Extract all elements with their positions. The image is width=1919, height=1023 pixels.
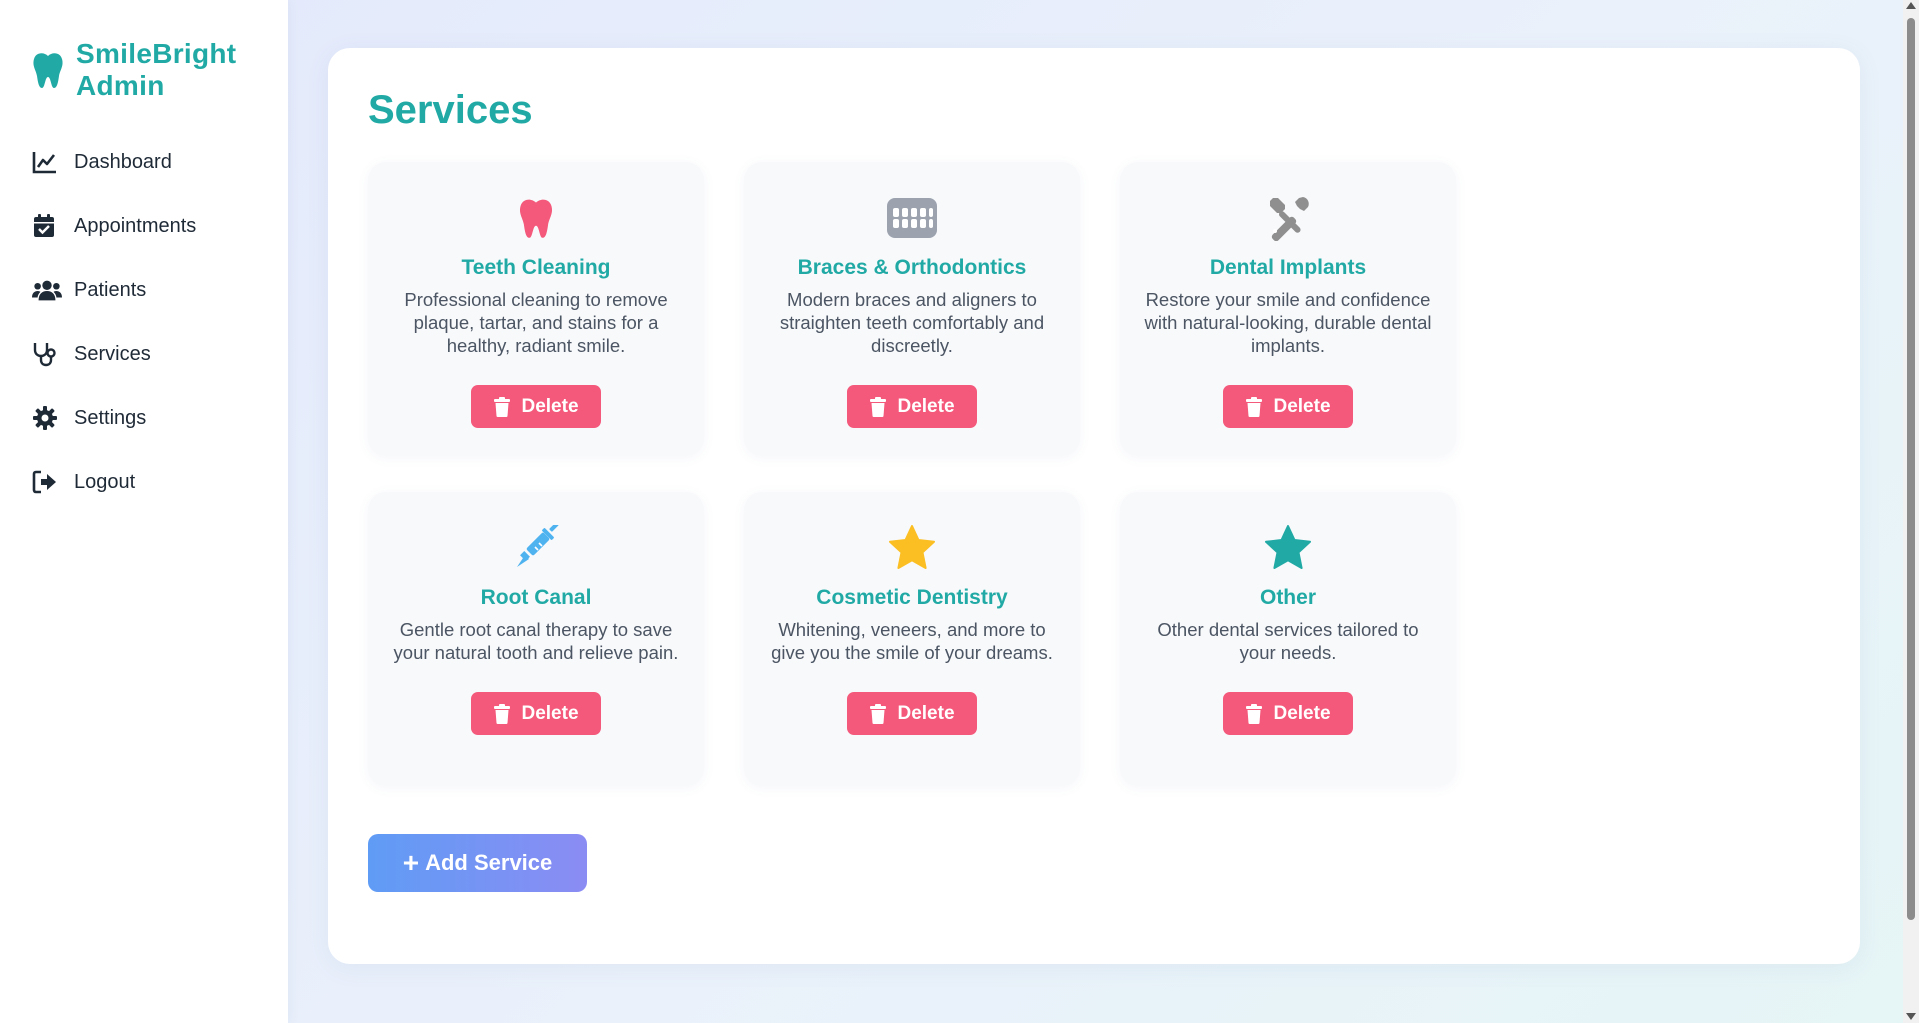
teeth-braces-icon <box>886 194 938 242</box>
service-title: Braces & Orthodontics <box>797 256 1027 279</box>
service-description: Professional cleaning to remove plaque, … <box>404 289 668 356</box>
tooth-icon <box>33 53 63 88</box>
delete-button[interactable]: Delete <box>847 385 977 428</box>
sidebar-item-label: Dashboard <box>74 150 172 173</box>
brand-line2: Admin <box>76 70 165 101</box>
trash-icon <box>494 703 511 724</box>
trash-icon <box>1246 396 1263 417</box>
service-title: Root Canal <box>480 586 592 609</box>
trash-icon <box>494 396 511 417</box>
delete-label: Delete <box>897 395 955 417</box>
scroll-thumb[interactable] <box>1907 18 1915 920</box>
delete-button[interactable]: Delete <box>1223 692 1353 735</box>
sidebar-item-label: Logout <box>74 470 136 493</box>
sidebar-item-label: Services <box>74 342 151 365</box>
trash-icon <box>1246 703 1263 724</box>
service-card-cosmetic: Cosmetic Dentistry Whitening, veneers, a… <box>744 492 1080 786</box>
brand-name: SmileBright Admin <box>76 38 236 102</box>
delete-label: Delete <box>897 702 955 724</box>
star-icon <box>1262 524 1314 572</box>
service-title: Dental Implants <box>1209 256 1367 279</box>
sidebar-item-logout[interactable]: Logout <box>32 462 196 502</box>
sidebar-item-patients[interactable]: Patients <box>32 270 196 310</box>
service-card-other: Other Other dental services tailored to … <box>1120 492 1456 786</box>
logout-icon <box>32 469 62 495</box>
services-panel: Services Teeth Cleaning Professional cle… <box>328 48 1860 964</box>
delete-label: Delete <box>1273 702 1331 724</box>
calendar-check-icon <box>32 213 62 239</box>
service-title: Other <box>1259 586 1316 609</box>
service-card-root-canal: Root Canal Gentle root canal therapy to … <box>368 492 704 786</box>
delete-label: Delete <box>521 702 579 724</box>
page-title: Services <box>368 88 533 132</box>
sidebar-item-label: Patients <box>74 278 147 301</box>
stethoscope-icon <box>32 341 62 367</box>
service-title: Cosmetic Dentistry <box>816 586 1008 609</box>
sidebar-item-appointments[interactable]: Appointments <box>32 206 196 246</box>
delete-button[interactable]: Delete <box>471 692 601 735</box>
sidebar: SmileBright Admin Dashboard Appointments… <box>0 0 288 1023</box>
service-card-dental-implants: Dental Implants Restore your smile and c… <box>1120 162 1456 456</box>
add-service-button[interactable]: + Add Service <box>368 834 587 892</box>
delete-button[interactable]: Delete <box>471 385 601 428</box>
star-icon <box>886 524 938 572</box>
delete-button[interactable]: Delete <box>1223 385 1353 428</box>
sidebar-item-label: Appointments <box>74 214 197 237</box>
trash-icon <box>870 703 887 724</box>
delete-label: Delete <box>521 395 579 417</box>
sidebar-item-dashboard[interactable]: Dashboard <box>32 142 196 182</box>
service-card-braces: Braces & Orthodontics Modern braces and … <box>744 162 1080 456</box>
page-scrollbar[interactable] <box>1903 0 1919 1023</box>
sidebar-item-label: Settings <box>74 406 147 429</box>
syringe-icon <box>510 524 562 572</box>
add-service-label: Add Service <box>425 850 553 875</box>
services-grid: Teeth Cleaning Professional cleaning to … <box>368 162 1456 786</box>
service-description: Modern braces and aligners to straighten… <box>779 289 1045 356</box>
sidebar-item-settings[interactable]: Settings <box>32 398 196 438</box>
plus-icon: + <box>402 847 420 878</box>
service-title: Teeth Cleaning <box>461 256 611 279</box>
gear-icon <box>32 405 62 431</box>
scroll-down-arrow-icon[interactable] <box>1906 1013 1916 1020</box>
scroll-up-arrow-icon[interactable] <box>1906 2 1916 9</box>
tooth-icon <box>510 194 562 242</box>
brand[interactable]: SmileBright Admin <box>32 38 236 102</box>
service-description: Gentle root canal therapy to save your n… <box>393 619 679 663</box>
service-description: Other dental services tailored to your n… <box>1157 619 1419 663</box>
service-description: Whitening, veneers, and more to give you… <box>771 619 1053 663</box>
service-description: Restore your smile and confidence with n… <box>1144 289 1432 356</box>
users-icon <box>32 277 62 303</box>
trash-icon <box>870 396 887 417</box>
chart-line-icon <box>32 149 62 175</box>
brand-line1: SmileBright <box>76 38 237 69</box>
sidebar-nav: Dashboard Appointments Patients Services… <box>32 142 196 526</box>
delete-label: Delete <box>1273 395 1331 417</box>
sidebar-item-services[interactable]: Services <box>32 334 196 374</box>
service-card-teeth-cleaning: Teeth Cleaning Professional cleaning to … <box>368 162 704 456</box>
tools-icon <box>1262 194 1314 242</box>
delete-button[interactable]: Delete <box>847 692 977 735</box>
